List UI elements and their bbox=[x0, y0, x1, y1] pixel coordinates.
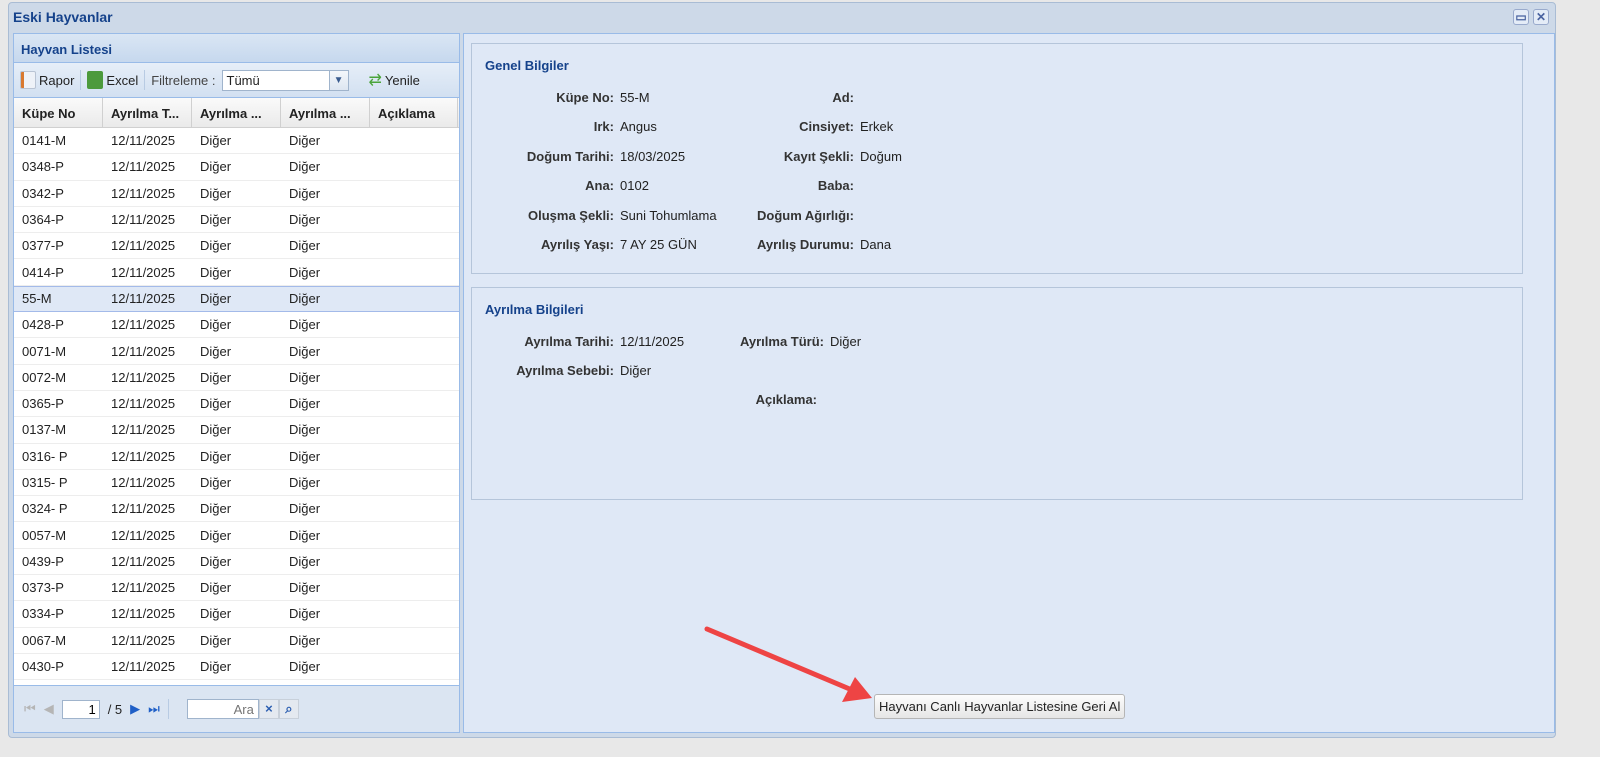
annotation-arrow-icon bbox=[704, 626, 872, 702]
